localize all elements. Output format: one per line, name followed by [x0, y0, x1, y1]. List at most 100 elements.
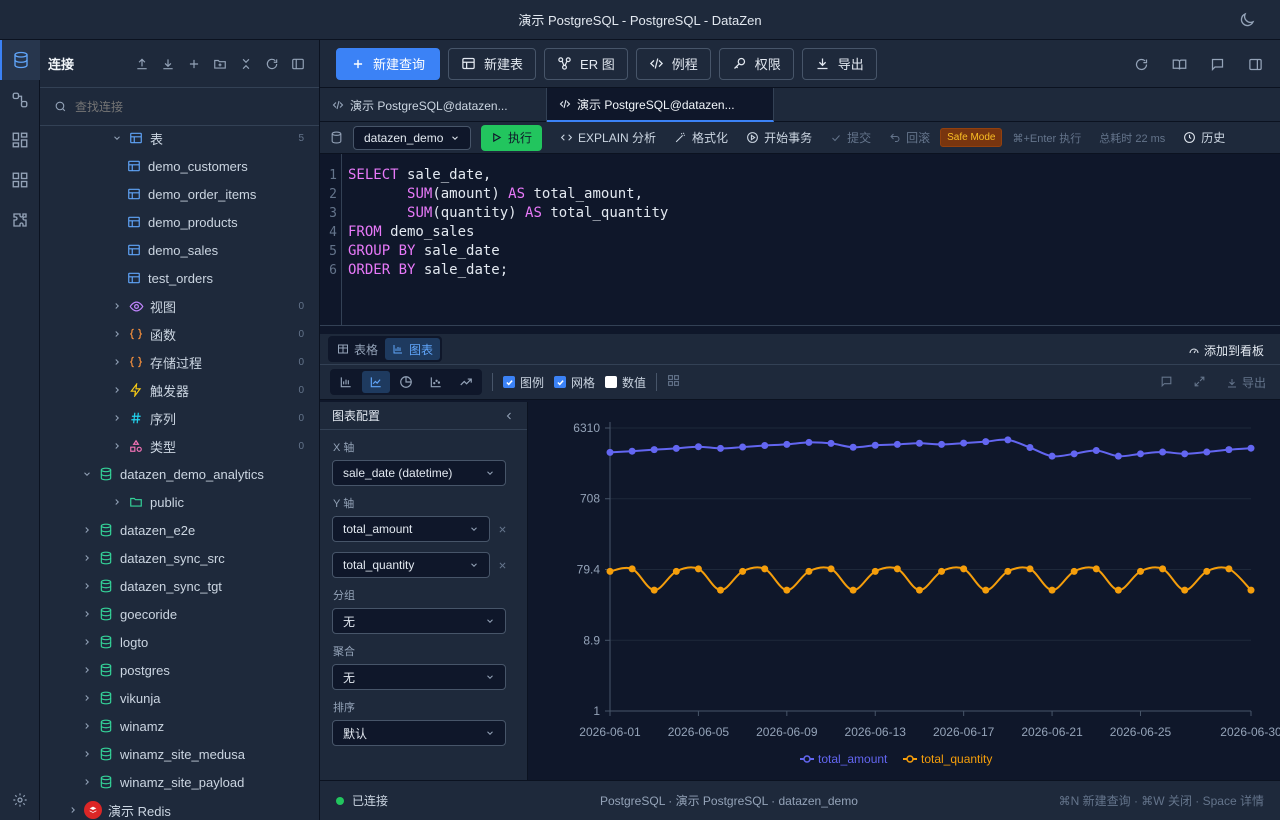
export-button[interactable]: 导出 [801, 47, 877, 80]
close-icon[interactable] [498, 561, 507, 570]
code-area[interactable]: SELECT sale_date, SUM(amount) AS total_a… [348, 166, 668, 280]
tree-node[interactable]: 类型 0 [40, 432, 319, 460]
chevron-down-icon[interactable] [110, 131, 124, 145]
query-tab-1[interactable]: 演示 PostgreSQL@datazen... [320, 88, 547, 122]
toggle-panel-button[interactable] [1242, 50, 1268, 78]
pie-chart-type[interactable] [392, 371, 420, 393]
rail-dashboard[interactable] [0, 120, 40, 160]
new-query-button[interactable]: 新建查询 [336, 47, 441, 80]
chevron-right-icon[interactable] [80, 579, 94, 593]
download-button[interactable] [155, 51, 181, 77]
format-button[interactable]: 格式化 [674, 129, 728, 146]
tree-node[interactable]: demo_sales [40, 236, 319, 264]
rail-plugins[interactable] [0, 200, 40, 240]
search-input[interactable] [75, 99, 275, 114]
tree-node[interactable]: demo_products [40, 208, 319, 236]
tree-node[interactable]: 视图 0 [40, 292, 319, 320]
tree-node[interactable]: demo_customers [40, 152, 319, 180]
tree-node[interactable]: winamz [40, 712, 319, 740]
y-axis-select-1[interactable]: total_amount [332, 516, 490, 542]
tree-node[interactable]: datazen_sync_src [40, 544, 319, 572]
add-connection-button[interactable] [181, 51, 207, 77]
chevron-right-icon[interactable] [66, 803, 80, 817]
moon-icon[interactable] [1238, 11, 1256, 29]
rail-sync[interactable] [0, 80, 40, 120]
chevron-right-icon[interactable] [80, 607, 94, 621]
tree-node[interactable]: vikunja [40, 684, 319, 712]
begin-transaction-button[interactable]: 开始事务 [746, 129, 812, 146]
rail-apps[interactable] [0, 160, 40, 200]
docs-button[interactable] [1166, 50, 1192, 78]
x-axis-select[interactable]: sale_date (datetime) [332, 460, 506, 486]
chevron-right-icon[interactable] [80, 775, 94, 789]
scatter-chart-type[interactable] [422, 371, 450, 393]
grid-checkbox[interactable]: 网格 [554, 374, 595, 391]
chevron-right-icon[interactable] [110, 411, 124, 425]
chevron-right-icon[interactable] [80, 719, 94, 733]
upload-button[interactable] [129, 51, 155, 77]
refresh-button[interactable] [259, 51, 285, 77]
tree-node[interactable]: 函数 0 [40, 320, 319, 348]
chevron-right-icon[interactable] [110, 327, 124, 341]
permissions-button[interactable]: 权限 [718, 47, 794, 80]
tree-node[interactable]: datazen_sync_tgt [40, 572, 319, 600]
legend-checkbox[interactable]: 图例 [503, 374, 544, 391]
bar-chart-type[interactable] [332, 371, 360, 393]
chevron-right-icon[interactable] [110, 355, 124, 369]
add-to-dashboard-button[interactable]: 添加到看板 [1188, 342, 1264, 359]
run-button[interactable]: 执行 [481, 124, 543, 151]
chevron-right-icon[interactable] [110, 439, 124, 453]
tree-node[interactable]: 存储过程 0 [40, 348, 319, 376]
routines-button[interactable]: 例程 [635, 47, 711, 80]
tree-node[interactable]: winamz_site_payload [40, 768, 319, 796]
chevron-right-icon[interactable] [80, 551, 94, 565]
chevron-right-icon[interactable] [80, 663, 94, 677]
sql-editor[interactable]: 1 2 3 4 5 6 SELECT sale_date, SUM(amount) AS … [320, 154, 1280, 326]
values-checkbox[interactable]: 数值 [605, 374, 646, 391]
chevron-right-icon[interactable] [80, 635, 94, 649]
query-tab-2[interactable]: 演示 PostgreSQL@datazen... [547, 88, 774, 122]
chevron-right-icon[interactable] [80, 523, 94, 537]
chevron-right-icon[interactable] [80, 691, 94, 705]
sort-select[interactable]: 默认 [332, 720, 506, 746]
tree-node[interactable]: postgres [40, 656, 319, 684]
aggregate-select[interactable]: 无 [332, 664, 506, 690]
tree-node[interactable]: datazen_demo_analytics [40, 460, 319, 488]
commit-button[interactable]: 提交 [830, 129, 871, 146]
rail-settings[interactable] [0, 780, 40, 820]
safe-mode-badge[interactable]: Safe Mode [940, 128, 1003, 147]
chevron-right-icon[interactable] [80, 747, 94, 761]
rollback-button[interactable]: 回滚 [889, 129, 930, 146]
er-diagram-button[interactable]: ER 图 [544, 47, 628, 80]
tree-node[interactable]: 触发器 0 [40, 376, 319, 404]
group-select[interactable]: 无 [332, 608, 506, 634]
area-chart-type[interactable] [452, 371, 480, 393]
layout-toggle[interactable] [667, 374, 680, 390]
refresh-button[interactable] [1128, 50, 1154, 78]
y-axis-select-2[interactable]: total_quantity [332, 552, 490, 578]
table-view-tab[interactable]: 表格 [330, 338, 385, 360]
chevron-left-icon[interactable] [503, 410, 515, 422]
chart-view-tab[interactable]: 图表 [385, 338, 441, 360]
chevron-down-icon[interactable] [80, 467, 94, 481]
explain-button[interactable]: EXPLAIN 分析 [560, 129, 656, 146]
chevron-right-icon[interactable] [110, 299, 124, 313]
collapse-all-button[interactable] [233, 51, 259, 77]
chevron-right-icon[interactable] [110, 383, 124, 397]
tree-node[interactable]: 演示 Redis [40, 796, 319, 820]
new-table-button[interactable]: 新建表 [448, 47, 537, 80]
chart-export-button[interactable]: 导出 [1226, 374, 1266, 391]
chat-button[interactable] [1204, 50, 1230, 78]
tree-node[interactable]: 表5 [40, 124, 319, 152]
tree-node[interactable]: public [40, 488, 319, 516]
tree-node[interactable]: demo_order_items [40, 180, 319, 208]
tree-node[interactable]: test_orders [40, 264, 319, 292]
fullscreen-button[interactable] [1193, 375, 1206, 391]
line-chart-type[interactable] [362, 371, 390, 393]
database-select[interactable]: datazen_demo [353, 125, 471, 150]
close-icon[interactable] [498, 525, 507, 534]
tree-node[interactable]: winamz_site_medusa [40, 740, 319, 768]
tree-node[interactable]: logto [40, 628, 319, 656]
toggle-sidebar-button[interactable] [285, 51, 311, 77]
history-button[interactable]: 历史 [1183, 129, 1225, 146]
